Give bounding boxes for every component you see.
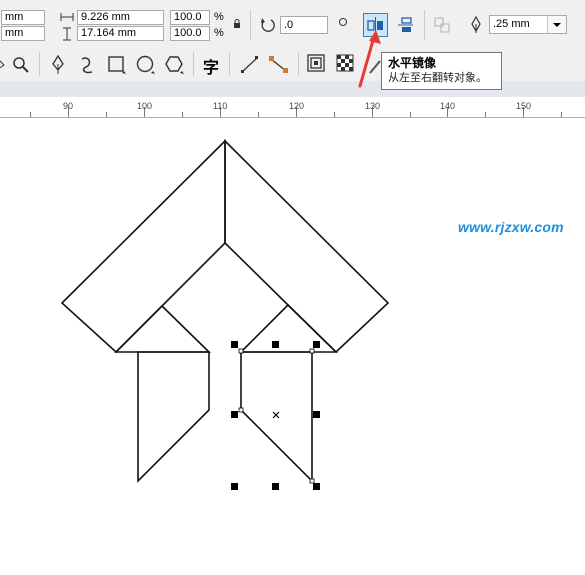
transparency-tool-icon[interactable]	[336, 54, 354, 72]
chevron-down-icon	[553, 23, 561, 27]
ruler-label: 130	[365, 101, 381, 111]
separator	[193, 52, 194, 76]
lock-ratio-icon[interactable]	[233, 19, 241, 29]
left-roof-shape[interactable]	[60, 139, 226, 354]
ruler-label: 90	[63, 101, 74, 111]
ellipse-tool-icon[interactable]	[136, 55, 156, 75]
scale-x-field[interactable]: 100.0	[170, 10, 210, 25]
scale-y-field[interactable]: 100.0	[170, 26, 210, 41]
rotate-icon	[261, 18, 275, 32]
mirror-tooltip: 水平镜像 从左至右翻转对象。	[381, 52, 502, 90]
ruler-label: 150	[516, 101, 532, 111]
x-position-field[interactable]: mm	[1, 10, 45, 25]
separator	[250, 10, 251, 40]
center-x-icon[interactable]	[272, 411, 280, 419]
rectangle-tool-icon[interactable]	[107, 55, 127, 75]
right-triangle-shape[interactable]	[239, 303, 338, 353]
pen-outline-icon	[471, 16, 481, 33]
left-triangle-shape[interactable]	[114, 304, 211, 353]
rotation-center-icon[interactable]	[338, 17, 348, 27]
percent-x-label: %	[214, 11, 224, 23]
ruler-label: 100	[137, 101, 153, 111]
right-roof-shape[interactable]	[224, 139, 390, 354]
shape-tool-icon[interactable]	[0, 57, 6, 71]
contour-tool-icon[interactable]	[307, 54, 327, 74]
object-height-field[interactable]: 17.164 mm	[77, 26, 164, 41]
align-distribute-icon	[434, 17, 450, 33]
height-icon	[63, 27, 71, 41]
artistic-media-icon[interactable]	[78, 55, 96, 75]
parallel-dimension-icon[interactable]	[240, 55, 260, 75]
object-width-field[interactable]: 9.226 mm	[77, 10, 164, 25]
separator	[229, 52, 230, 76]
separator	[298, 52, 299, 76]
rotation-angle-field[interactable]: .0	[280, 16, 328, 34]
drawing-canvas[interactable]	[0, 118, 585, 575]
ruler-label: 110	[213, 101, 228, 111]
node-markers	[238, 348, 315, 484]
zoom-icon[interactable]	[12, 56, 30, 74]
tooltip-title: 水平镜像	[388, 56, 437, 70]
property-bar: mm mm 9.226 mm 17.164 mm 100.0 100.0 % %…	[0, 0, 585, 47]
left-leg-shape[interactable]	[137, 351, 210, 483]
mirror-vertical-icon[interactable]	[396, 16, 414, 34]
connector-tool-icon[interactable]	[268, 55, 290, 75]
percent-y-label: %	[214, 27, 224, 39]
ruler-label: 120	[289, 101, 305, 111]
tooltip-description: 从左至右翻转对象。	[388, 72, 487, 84]
outline-width-dropdown[interactable]	[547, 15, 567, 34]
outline-width-field[interactable]: .25 mm	[489, 15, 548, 34]
separator	[424, 10, 425, 40]
x-unit: mm	[5, 11, 24, 23]
width-icon	[60, 13, 74, 21]
pen-tool-icon[interactable]	[50, 55, 66, 75]
selected-leg-shape[interactable]	[240, 351, 313, 483]
text-tool-icon[interactable]: 字	[203, 54, 219, 78]
polygon-tool-icon[interactable]	[165, 55, 185, 75]
ruler-label: 140	[440, 101, 456, 111]
y-position-field[interactable]: mm	[1, 26, 45, 41]
watermark: www.rjzxw.com	[458, 219, 564, 235]
separator	[39, 52, 40, 76]
y-unit: mm	[5, 27, 24, 39]
